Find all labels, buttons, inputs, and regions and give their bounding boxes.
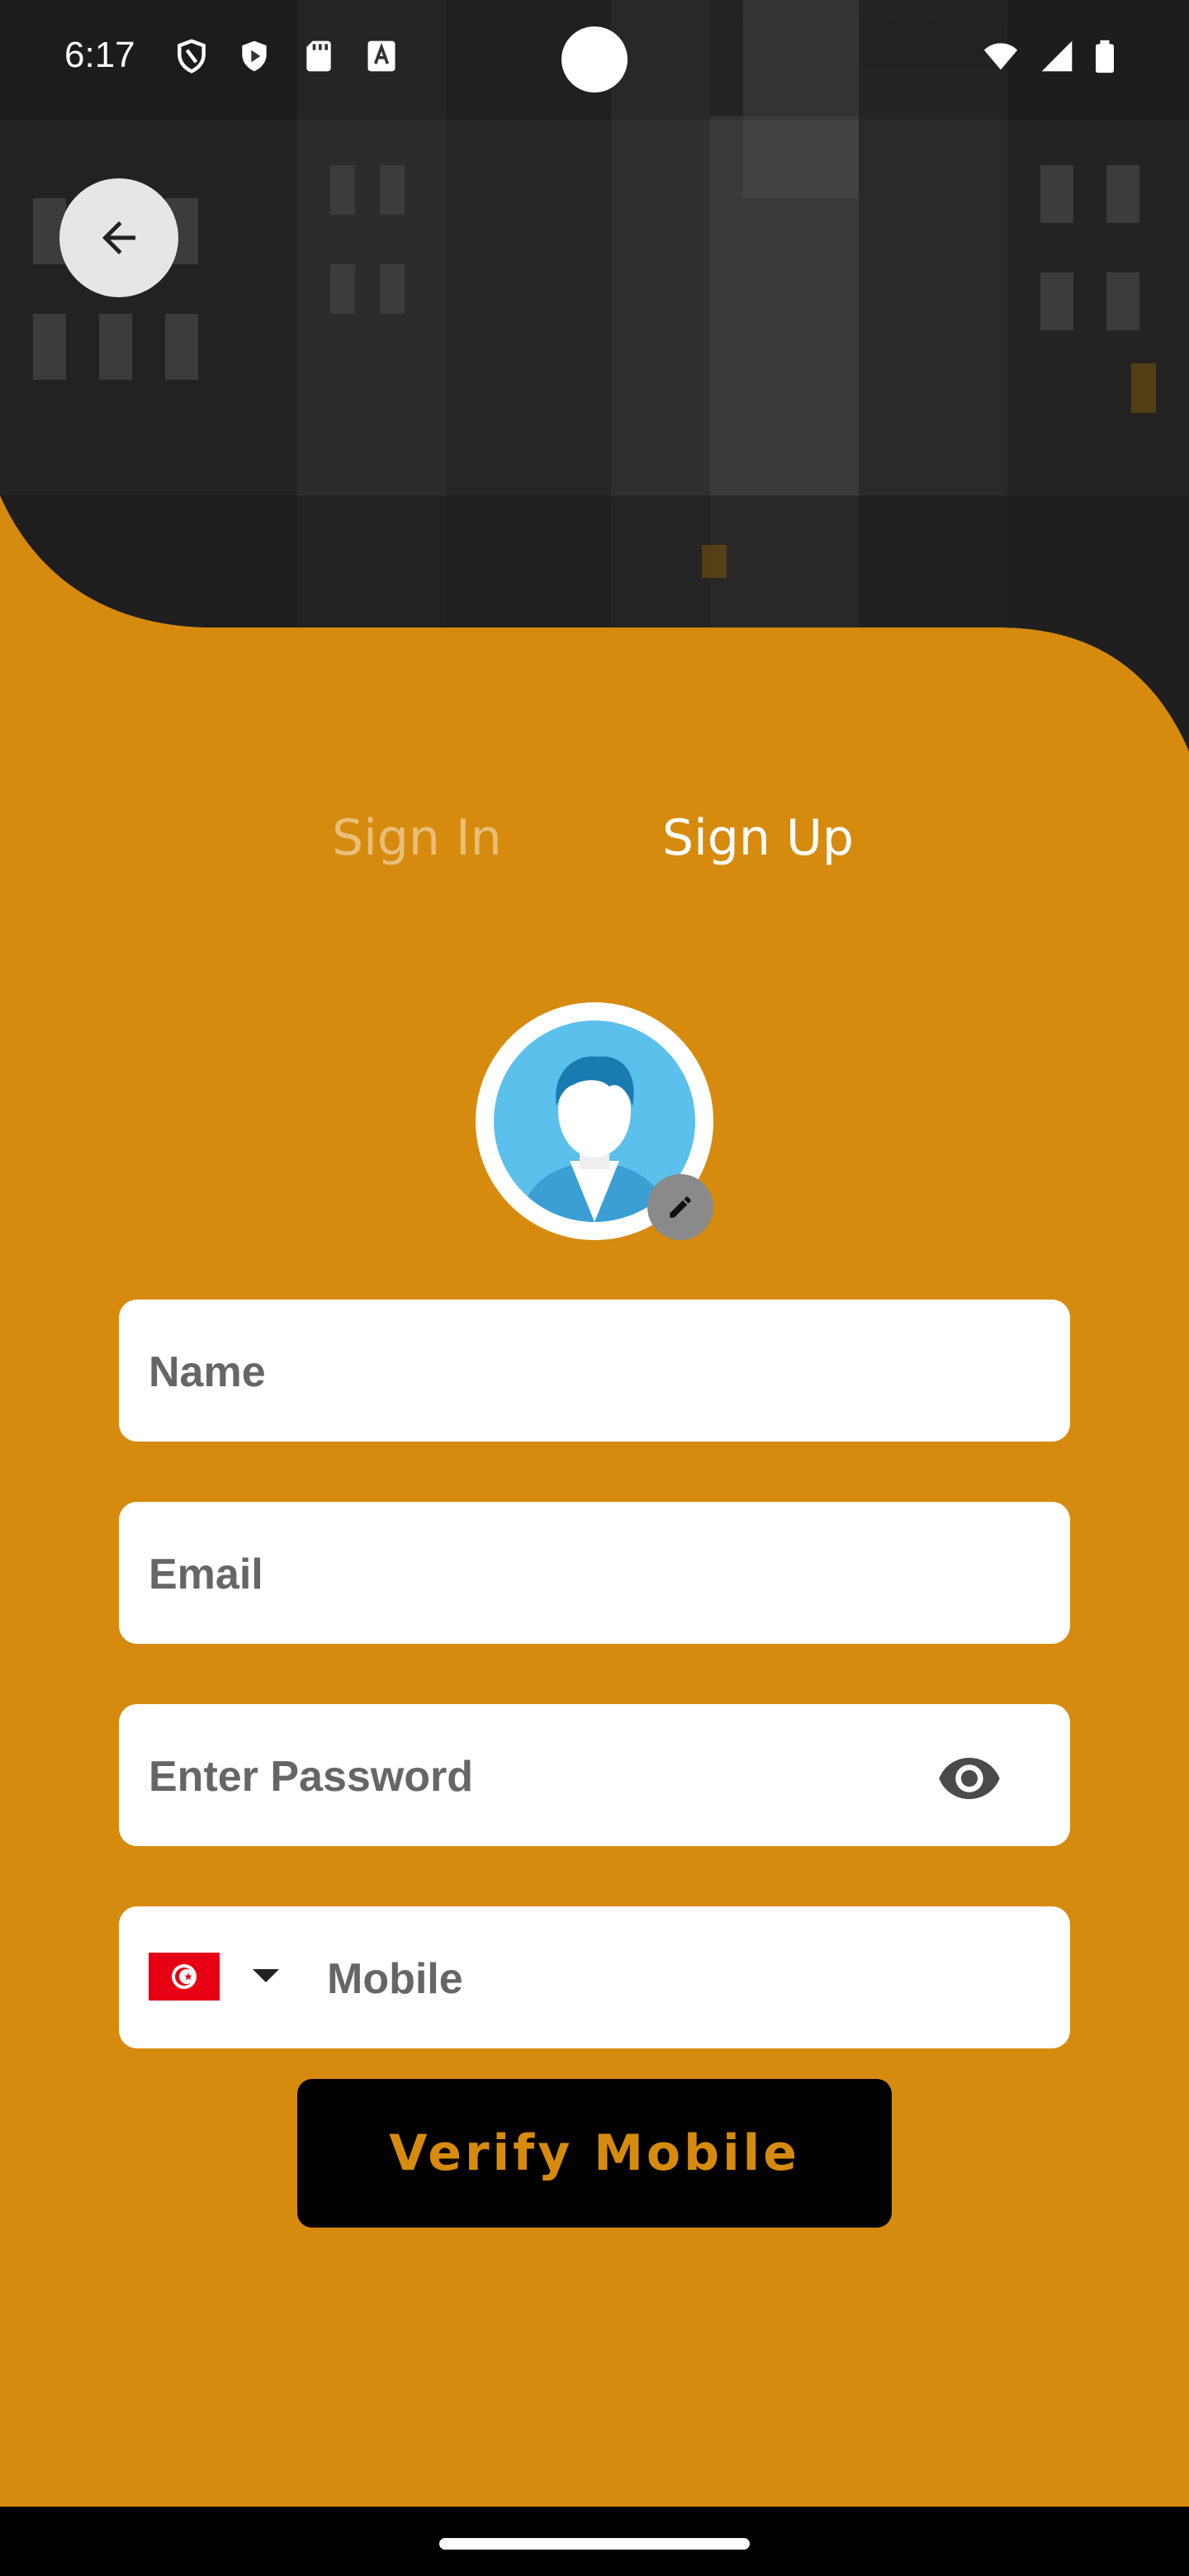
home-indicator[interactable]: [439, 2538, 750, 2550]
play-protect-icon: [242, 40, 267, 72]
arrow-left-icon: [102, 221, 135, 254]
shield-icon: [178, 39, 206, 73]
back-button[interactable]: [59, 178, 178, 297]
status-bar: 6:17: [0, 0, 1189, 120]
mobile-field[interactable]: Mobile: [119, 1906, 1070, 2048]
tab-sign-in[interactable]: Sign In: [332, 809, 502, 867]
name-placeholder: Name: [149, 1348, 266, 1396]
signup-screen: 6:17 Sign In Sign Up Name Email Enter Pa…: [0, 0, 1189, 2576]
sd-card-icon: [306, 40, 331, 72]
password-placeholder: Enter Password: [149, 1753, 474, 1801]
password-field[interactable]: Enter Password: [119, 1704, 1070, 1846]
wifi-icon: [983, 43, 1018, 70]
battery-icon: [1096, 40, 1114, 73]
email-field[interactable]: Email: [119, 1502, 1070, 1644]
chevron-down-icon[interactable]: [253, 1969, 279, 1982]
a-badge-icon: [367, 40, 396, 72]
status-time: 6:17: [64, 35, 135, 75]
navigation-bar: [0, 2507, 1189, 2576]
camera-cutout: [561, 26, 628, 92]
tunisia-flag-icon[interactable]: [149, 1953, 220, 2001]
tab-sign-up[interactable]: Sign Up: [662, 809, 854, 867]
pencil-icon: [670, 1196, 691, 1218]
edit-avatar-button[interactable]: [647, 1174, 713, 1240]
mobile-placeholder: Mobile: [327, 1955, 463, 2003]
signal-icon: [1041, 40, 1073, 72]
name-field[interactable]: Name: [119, 1300, 1070, 1442]
verify-mobile-button[interactable]: Verify Mobile: [297, 2079, 892, 2228]
eye-icon[interactable]: [936, 1745, 1002, 1811]
email-placeholder: Email: [149, 1551, 263, 1598]
